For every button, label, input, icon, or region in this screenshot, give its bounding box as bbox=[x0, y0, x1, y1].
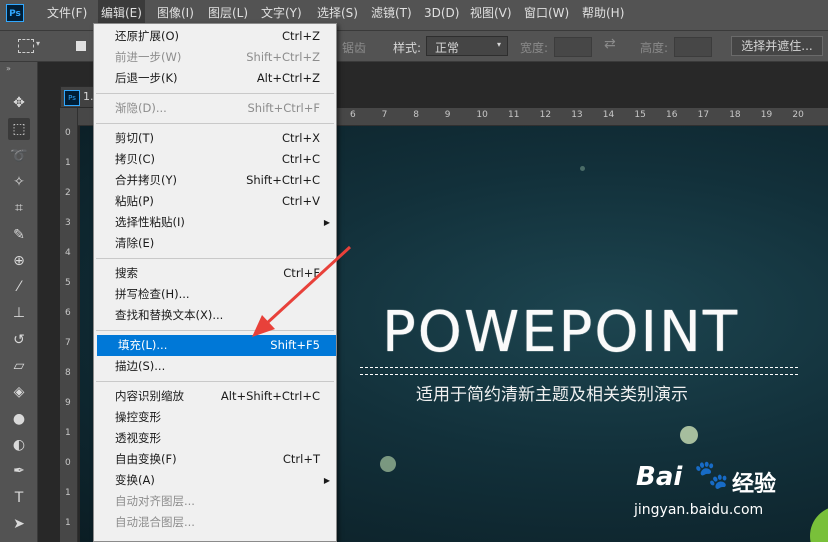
annotation-arrow bbox=[252, 245, 352, 337]
